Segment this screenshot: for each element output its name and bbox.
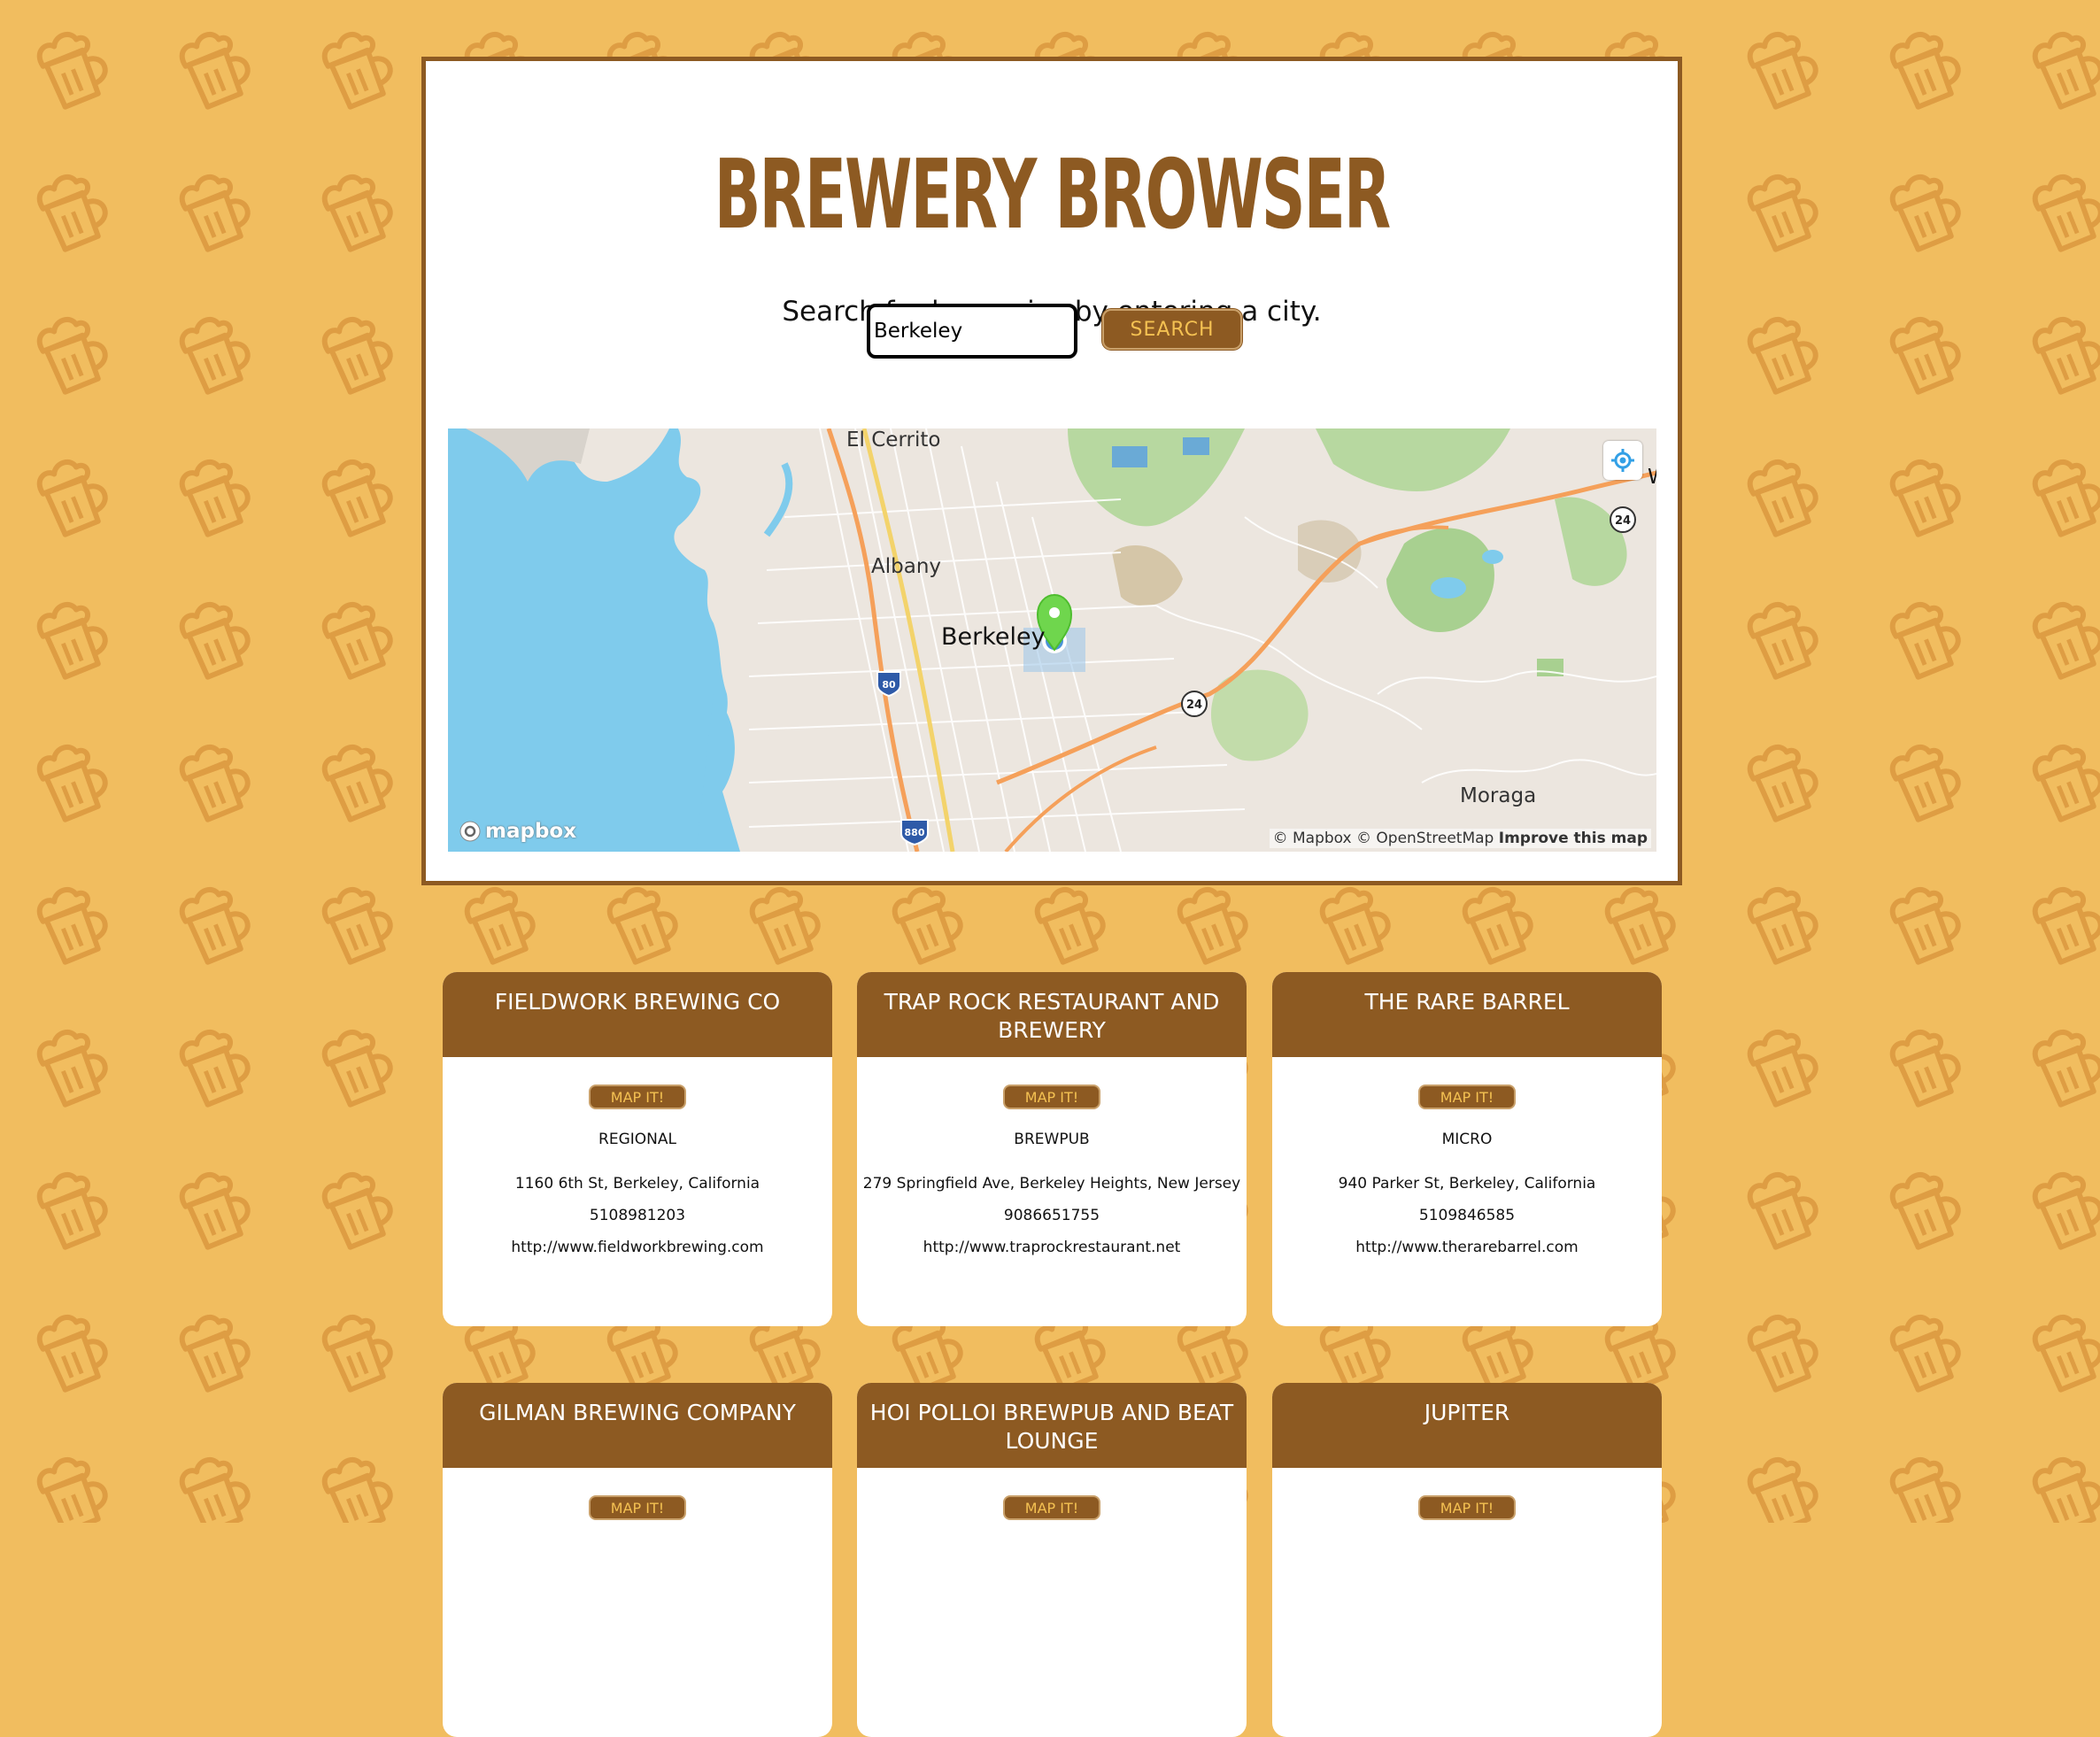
- map-label-albany: Albany: [871, 555, 942, 578]
- brewery-name: TRAP ROCK RESTAURANT AND BREWERY: [857, 972, 1247, 1057]
- brewery-name: FIELDWORK BREWING CO: [443, 972, 832, 1057]
- brewery-phone: 5108981203: [589, 1207, 686, 1224]
- map-it-button[interactable]: MAP IT!: [589, 1495, 686, 1520]
- search-panel: BREWERY BROWSER Search for breweries by …: [421, 57, 1682, 885]
- search-button[interactable]: SEARCH: [1102, 309, 1242, 350]
- map-it-button[interactable]: MAP IT!: [1418, 1085, 1516, 1109]
- interstate-80-shield: 80: [876, 671, 901, 698]
- highway-24-shield: 24: [1181, 691, 1208, 717]
- brewery-name: JUPITER: [1272, 1383, 1662, 1468]
- brewery-type: BREWPUB: [1014, 1131, 1090, 1148]
- brewery-website: http://www.traprockrestaurant.net: [923, 1239, 1181, 1256]
- highway-24-shield: 24: [1610, 506, 1636, 533]
- brewery-card: GILMAN BREWING COMPANY MAP IT!: [443, 1383, 832, 1737]
- svg-text:80: 80: [882, 679, 896, 691]
- mapbox-logo-icon: [459, 821, 481, 842]
- brewery-address: 940 Parker St, Berkeley, California: [1338, 1175, 1596, 1193]
- map[interactable]: 80 880 24 24 El Cerrito Albany Berkeley …: [448, 428, 1656, 852]
- improve-map-link[interactable]: Improve this map: [1499, 830, 1648, 847]
- brewery-phone: 5109846585: [1418, 1207, 1516, 1224]
- mapbox-logo-text: mapbox: [485, 820, 577, 843]
- brewery-name: THE RARE BARREL: [1272, 972, 1662, 1057]
- brewery-type: REGIONAL: [598, 1131, 676, 1148]
- map-label-berkeley: Berkeley: [941, 623, 1046, 651]
- brewery-name: HOI POLLOI BREWPUB AND BEAT LOUNGE: [857, 1383, 1247, 1468]
- brewery-type: MICRO: [1441, 1131, 1493, 1148]
- geolocate-icon: [1611, 449, 1634, 472]
- svg-text:24: 24: [1186, 699, 1202, 712]
- brewery-card: TRAP ROCK RESTAURANT AND BREWERY MAP IT!…: [857, 972, 1247, 1326]
- brewery-card: FIELDWORK BREWING CO MAP IT! REGIONAL 11…: [443, 972, 832, 1326]
- map-it-button[interactable]: MAP IT!: [1003, 1495, 1100, 1520]
- brewery-card: HOI POLLOI BREWPUB AND BEAT LOUNGE MAP I…: [857, 1383, 1247, 1737]
- map-label-moraga: Moraga: [1460, 784, 1537, 807]
- brewery-address: 1160 6th St, Berkeley, California: [514, 1175, 760, 1193]
- brewery-card: JUPITER MAP IT!: [1272, 1383, 1662, 1737]
- geolocate-button[interactable]: [1603, 441, 1642, 480]
- map-it-button[interactable]: MAP IT!: [1418, 1495, 1516, 1520]
- page-title: BREWERY BROWSER: [714, 140, 1391, 251]
- brewery-name: GILMAN BREWING COMPANY: [443, 1383, 832, 1468]
- map-label-edge: W: [1648, 466, 1656, 489]
- svg-text:880: 880: [905, 827, 925, 838]
- interstate-880-shield: 880: [900, 819, 929, 846]
- city-search-input[interactable]: [867, 304, 1077, 359]
- brewery-card: THE RARE BARREL MAP IT! MICRO 940 Parker…: [1272, 972, 1662, 1326]
- map-label-el-cerrito: El Cerrito: [846, 428, 941, 452]
- brewery-website: http://www.therarebarrel.com: [1355, 1239, 1579, 1256]
- attribution-text[interactable]: © Mapbox © OpenStreetMap: [1273, 830, 1494, 847]
- brewery-website: http://www.fieldworkbrewing.com: [511, 1239, 764, 1256]
- brewery-phone: 9086651755: [1003, 1207, 1100, 1224]
- brewery-address: 279 Springfield Ave, Berkeley Heights, N…: [862, 1175, 1241, 1193]
- map-it-button[interactable]: MAP IT!: [589, 1085, 686, 1109]
- map-it-button[interactable]: MAP IT!: [1003, 1085, 1100, 1109]
- map-attribution: © Mapbox © OpenStreetMap Improve this ma…: [1269, 829, 1651, 848]
- svg-text:24: 24: [1615, 514, 1631, 528]
- mapbox-logo[interactable]: mapbox: [459, 820, 576, 843]
